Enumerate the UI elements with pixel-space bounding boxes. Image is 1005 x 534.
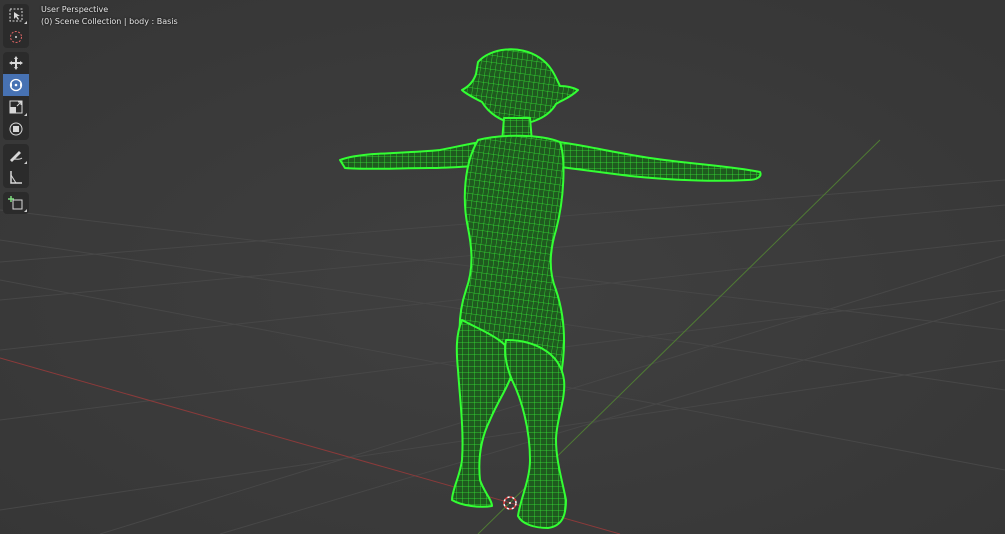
rotate-button[interactable] [3,74,29,96]
3d-cursor-icon [503,496,517,510]
add-cube-button[interactable] [3,192,29,214]
3d-viewport[interactable]: User Perspective (0) Scene Collection | … [0,0,1005,534]
cursor-icon [10,31,22,43]
annotate-button[interactable] [3,144,29,166]
select-box-button[interactable] [3,4,29,26]
head [461,48,579,125]
select-box-icon [9,8,23,22]
measure-button[interactable] [3,166,29,188]
wireframe-mesh-body[interactable] [0,0,1005,534]
move-icon [9,56,23,70]
viewport-info: User Perspective (0) Scene Collection | … [41,4,178,28]
rotate-icon [9,78,23,92]
tool-group-annotate [3,144,29,188]
add-cube-icon [8,196,23,210]
cursor-button[interactable] [3,26,29,48]
transform-button[interactable] [3,118,29,140]
view-name: User Perspective [41,5,109,14]
tool-group-add [3,192,29,214]
collection-info: (0) Scene Collection | body : Basis [41,17,178,26]
scale-icon [9,100,23,114]
tool-shelf [3,4,29,218]
annotate-icon [10,151,23,162]
right-arm [539,139,762,182]
tool-group-select [3,4,29,48]
move-button[interactable] [3,52,29,74]
tool-group-transform [3,52,29,140]
measure-icon [10,171,22,184]
scale-button[interactable] [3,96,29,118]
transform-icon [9,122,23,136]
